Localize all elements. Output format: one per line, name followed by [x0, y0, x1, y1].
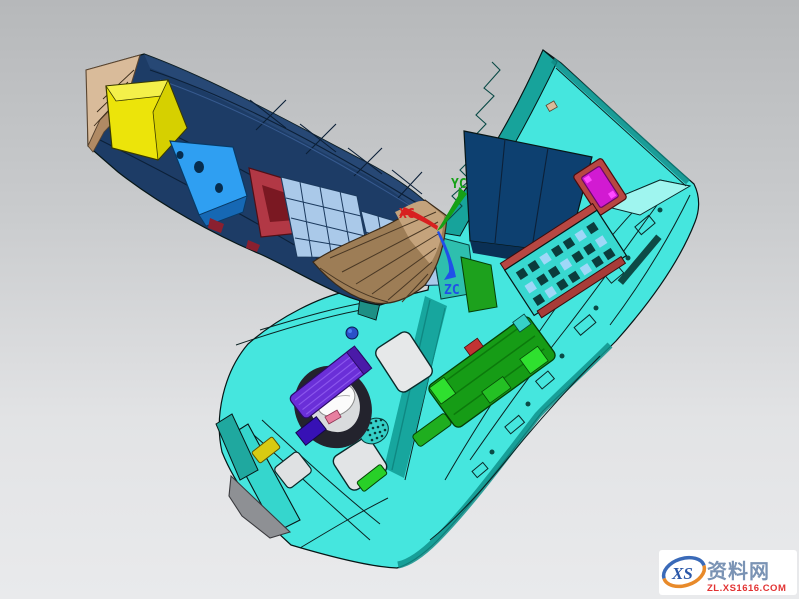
site-name: 资料网: [707, 559, 770, 583]
axis-label-xc: XC: [399, 207, 415, 222]
axis-label-yc: YC: [451, 177, 467, 192]
axis-label-zc: ZC: [444, 283, 460, 298]
site-url: ZL.XS1616.COM: [707, 583, 786, 594]
watermark: XS 资料网 ZL.XS1616.COM: [659, 550, 797, 595]
blue-ball[interactable]: [346, 327, 358, 339]
cad-viewport: XC YC ZC XS 资料网 ZL.XS1616.COM: [0, 0, 799, 599]
site-logo-text: XS: [671, 564, 693, 583]
